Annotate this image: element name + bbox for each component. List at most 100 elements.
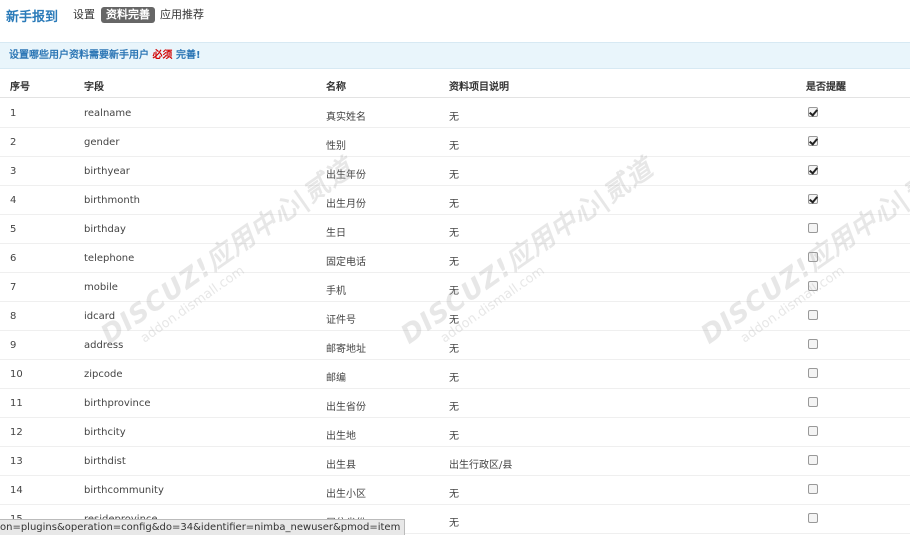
remind-checkbox[interactable]: [808, 223, 818, 233]
remind-checkbox[interactable]: [808, 310, 818, 320]
header-name: 名称: [326, 82, 346, 93]
row-no: 6: [10, 253, 17, 264]
row-no: 13: [10, 456, 23, 467]
row-name: 固定电话: [326, 257, 366, 268]
remind-checkbox[interactable]: [808, 136, 818, 146]
tab-settings[interactable]: 设置: [68, 7, 100, 23]
status-bar-url: on=plugins&operation=config&do=34&identi…: [0, 519, 406, 535]
remind-checkbox-cell: [808, 107, 818, 117]
row-no: 8: [10, 311, 17, 322]
table-row: 14 birthcommunity 出生小区 无: [0, 476, 910, 505]
remind-checkbox-cell: [808, 397, 818, 407]
row-no: 1: [10, 108, 17, 119]
row-field: birthmonth: [84, 195, 140, 206]
row-field: birthcity: [84, 427, 126, 438]
row-field: birthprovince: [84, 398, 151, 409]
row-desc: 无: [449, 402, 459, 413]
tip-text: 设置哪些用户资料需要新手用户: [9, 50, 149, 61]
remind-checkbox-cell: [808, 455, 818, 465]
table-row: 5 birthday 生日 无: [0, 215, 910, 244]
table-row: 12 birthcity 出生地 无: [0, 418, 910, 447]
row-name: 出生地: [326, 431, 356, 442]
header-remind: 是否提醒: [806, 82, 846, 93]
tip-bar: 设置哪些用户资料需要新手用户 必须 完善!: [0, 42, 910, 69]
row-desc: 无: [449, 286, 459, 297]
row-no: 12: [10, 427, 23, 438]
remind-checkbox-cell: [808, 252, 818, 262]
remind-checkbox[interactable]: [808, 397, 818, 407]
row-name: 出生省份: [326, 402, 366, 413]
remind-checkbox[interactable]: [808, 194, 818, 204]
row-name: 生日: [326, 228, 346, 239]
remind-checkbox-cell: [808, 339, 818, 349]
row-no: 4: [10, 195, 17, 206]
row-name: 邮编: [326, 373, 346, 384]
remind-checkbox[interactable]: [808, 107, 818, 117]
row-no: 5: [10, 224, 17, 235]
tip-suffix: 完善!: [175, 50, 201, 61]
remind-checkbox[interactable]: [808, 368, 818, 378]
row-desc: 无: [449, 112, 459, 123]
remind-checkbox-cell: [808, 223, 818, 233]
remind-checkbox-cell: [808, 310, 818, 320]
tab-profile-completion[interactable]: 资料完善: [101, 7, 155, 23]
row-field: mobile: [84, 282, 118, 293]
table-row: 8 idcard 证件号 无: [0, 302, 910, 331]
row-no: 7: [10, 282, 17, 293]
table-row: 10 zipcode 邮编 无: [0, 360, 910, 389]
row-no: 14: [10, 485, 23, 496]
remind-checkbox[interactable]: [808, 281, 818, 291]
row-desc: 无: [449, 199, 459, 210]
tip-must: 必须: [152, 50, 173, 61]
remind-checkbox[interactable]: [808, 426, 818, 436]
row-desc: 无: [449, 489, 459, 500]
row-no: 3: [10, 166, 17, 177]
row-name: 真实姓名: [326, 112, 366, 123]
remind-checkbox[interactable]: [808, 165, 818, 175]
row-desc: 无: [449, 257, 459, 268]
row-name: 出生年份: [326, 170, 366, 181]
table-row: 7 mobile 手机 无: [0, 273, 910, 302]
remind-checkbox-cell: [808, 136, 818, 146]
row-desc: 无: [449, 141, 459, 152]
row-desc: 无: [449, 315, 459, 326]
row-no: 11: [10, 398, 23, 409]
row-field: birthdist: [84, 456, 126, 467]
row-field: telephone: [84, 253, 135, 264]
row-no: 2: [10, 137, 17, 148]
row-desc: 无: [449, 518, 459, 529]
table-header: 序号 字段 名称 资料项目说明 是否提醒: [0, 70, 910, 98]
remind-checkbox-cell: [808, 484, 818, 494]
header-desc: 资料项目说明: [449, 82, 509, 93]
row-desc: 无: [449, 373, 459, 384]
row-field: birthcommunity: [84, 485, 164, 496]
remind-checkbox-cell: [808, 194, 818, 204]
table-row: 13 birthdist 出生县 出生行政区/县: [0, 447, 910, 476]
remind-checkbox[interactable]: [808, 252, 818, 262]
row-desc: 无: [449, 170, 459, 181]
remind-checkbox-cell: [808, 281, 818, 291]
row-desc: 无: [449, 344, 459, 355]
row-name: 邮寄地址: [326, 344, 366, 355]
row-name: 性别: [326, 141, 346, 152]
table-row: 9 address 邮寄地址 无: [0, 331, 910, 360]
tab-app-recommend[interactable]: 应用推荐: [155, 7, 209, 23]
remind-checkbox[interactable]: [808, 484, 818, 494]
row-desc: 出生行政区/县: [449, 460, 513, 471]
table-row: 6 telephone 固定电话 无: [0, 244, 910, 273]
remind-checkbox-cell: [808, 165, 818, 175]
remind-checkbox-cell: [808, 513, 818, 523]
remind-checkbox[interactable]: [808, 513, 818, 523]
plugin-title[interactable]: 新手报到: [6, 6, 58, 25]
row-name: 出生县: [326, 460, 356, 471]
table-row: 11 birthprovince 出生省份 无: [0, 389, 910, 418]
top-nav: 新手报到 设置 资料完善 应用推荐: [0, 0, 910, 30]
row-field: address: [84, 340, 124, 351]
row-name: 出生小区: [326, 489, 366, 500]
remind-checkbox[interactable]: [808, 455, 818, 465]
remind-checkbox[interactable]: [808, 339, 818, 349]
row-name: 手机: [326, 286, 346, 297]
header-field: 字段: [84, 82, 104, 93]
row-desc: 无: [449, 228, 459, 239]
row-field: birthyear: [84, 166, 130, 177]
